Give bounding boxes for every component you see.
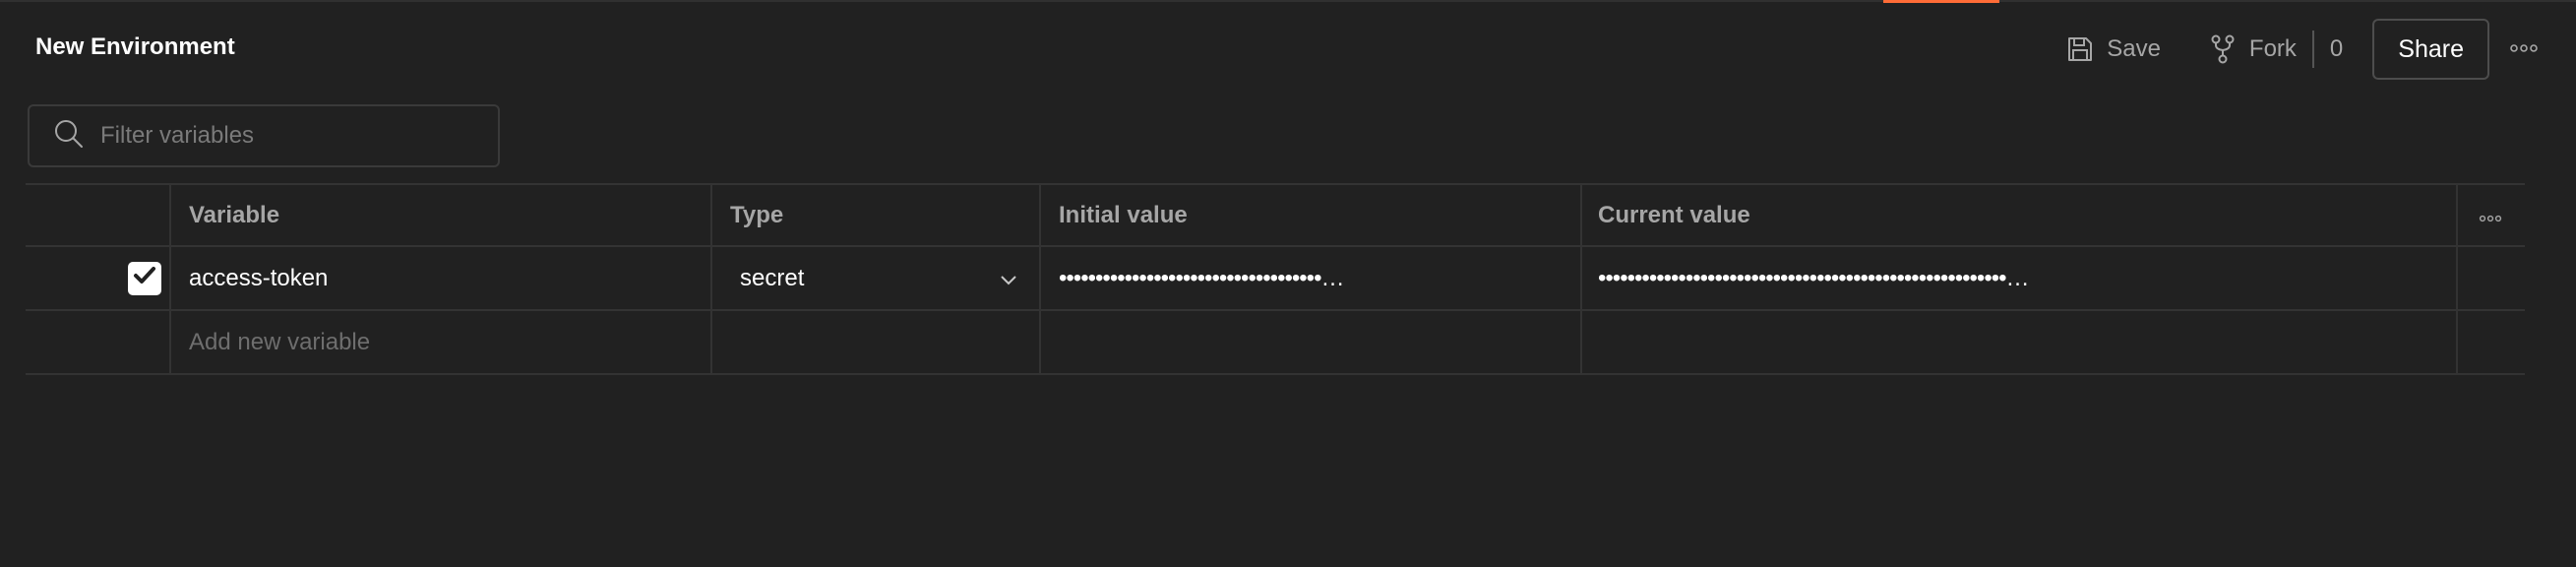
filter-variables-field[interactable] [28, 104, 500, 167]
variable-name-cell[interactable]: access-token [171, 247, 712, 309]
column-header-initial-value: Initial value [1041, 185, 1582, 245]
save-icon [2065, 34, 2095, 64]
column-header-variable: Variable [171, 185, 712, 245]
save-label: Save [2107, 35, 2161, 62]
add-row-checkbox-cell [26, 311, 171, 373]
fork-button[interactable]: Fork [2198, 33, 2306, 65]
current-value-masked: ••••••••••••••••••••••••••••••••••••••••… [1598, 264, 2029, 291]
row-options-cell [2458, 247, 2523, 309]
type-select-value: secret [740, 264, 805, 291]
column-header-current-value: Current value [1582, 185, 2458, 245]
search-icon [53, 118, 85, 155]
fork-icon [2208, 33, 2238, 65]
filter-variables-input[interactable] [100, 122, 474, 150]
add-new-variable-cell[interactable]: Add new variable [171, 311, 712, 373]
chevron-down-icon [1000, 265, 1017, 292]
toolbar: Save Fork 0 Share [2055, 18, 2541, 81]
share-button[interactable]: Share [2372, 19, 2489, 80]
more-horizontal-icon [2509, 40, 2539, 58]
page-title: New Environment [35, 33, 235, 60]
save-button[interactable]: Save [2055, 34, 2171, 64]
column-header-type: Type [712, 185, 1041, 245]
fork-label: Fork [2248, 35, 2297, 62]
add-row-options-cell [2458, 311, 2523, 373]
variables-table: Variable Type Initial value Current valu… [26, 183, 2525, 375]
environment-editor: New Environment Save Fork 0 Share Filter… [0, 0, 2576, 567]
add-initial-value-cell[interactable] [1041, 311, 1582, 373]
table-header-row: Variable Type Initial value Current valu… [26, 183, 2525, 247]
row-checkbox-cell [26, 247, 171, 309]
current-value-cell[interactable]: ••••••••••••••••••••••••••••••••••••••••… [1582, 247, 2458, 309]
column-options-button[interactable] [2458, 185, 2523, 245]
type-cell: secret [712, 247, 1041, 309]
add-type-cell[interactable] [712, 311, 1041, 373]
top-border [0, 0, 2576, 2]
active-tab-indicator [1883, 0, 1999, 3]
fork-count: 0 [2311, 31, 2343, 68]
add-variable-row: Add new variable [26, 311, 2525, 375]
more-options-button[interactable] [2507, 32, 2541, 66]
initial-value-masked: ••••••••••••••••••••••••••••••••••••… [1059, 264, 1344, 291]
header-checkbox-column [26, 185, 171, 245]
initial-value-cell[interactable]: ••••••••••••••••••••••••••••••••••••… [1041, 247, 1582, 309]
table-row: access-token secret ••••••••••••••••••••… [26, 247, 2525, 311]
variable-enabled-checkbox[interactable] [128, 261, 161, 295]
more-horizontal-icon [2479, 202, 2502, 229]
checkmark-icon [133, 265, 156, 292]
add-new-variable-placeholder: Add new variable [189, 328, 371, 355]
add-current-value-cell[interactable] [1582, 311, 2458, 373]
type-select[interactable]: secret [730, 265, 1039, 292]
